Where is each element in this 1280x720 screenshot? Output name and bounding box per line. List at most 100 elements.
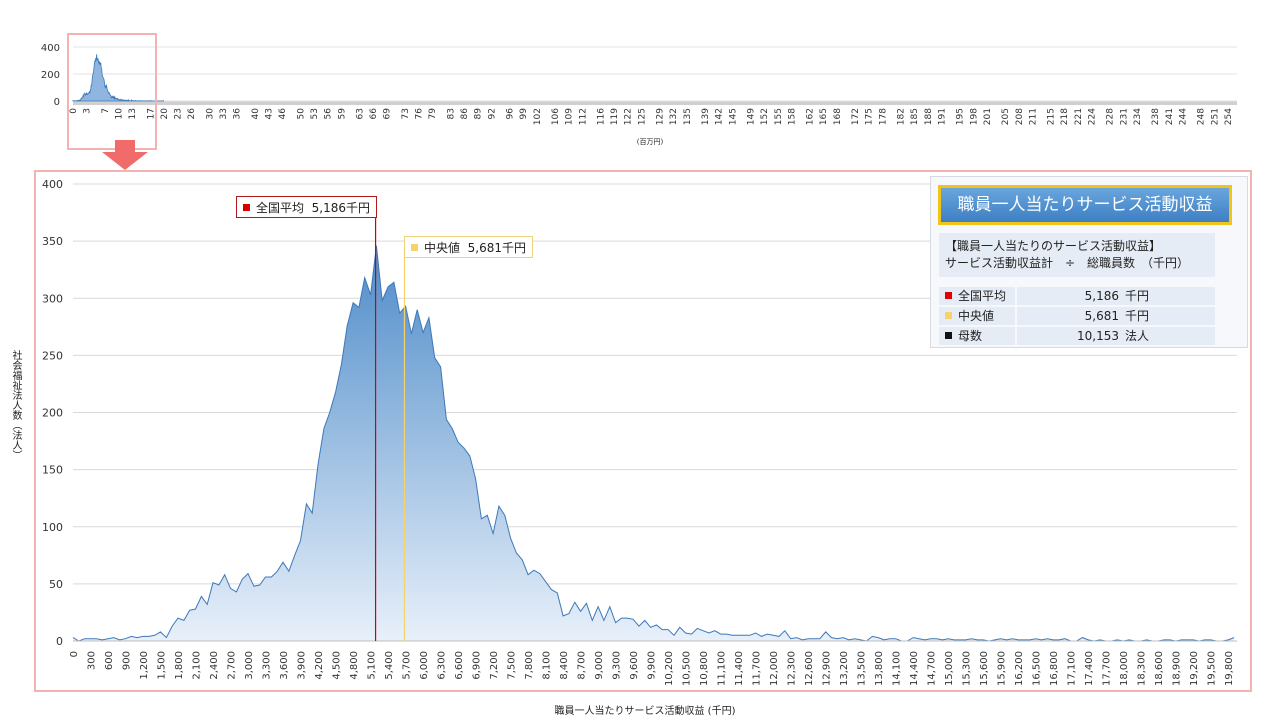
x-tick-label: 12,300: [787, 651, 798, 686]
x-tick-label: 6,600: [454, 651, 465, 680]
x-tick-label: 17,700: [1102, 651, 1113, 686]
x-tick-label: 3,000: [244, 651, 255, 680]
x-tick-label: 16,500: [1032, 651, 1043, 686]
x-tick-label: 9,300: [612, 651, 623, 680]
y-tick-label: 150: [42, 464, 63, 477]
x-tick-label: 6,900: [472, 651, 483, 680]
x-tick-label: 11,700: [752, 651, 763, 686]
x-tick-label: 1,800: [174, 651, 185, 680]
info-row-value: 10,153: [1077, 329, 1119, 343]
x-tick-label: 15,900: [997, 651, 1008, 686]
info-row-value: 5,186: [1084, 289, 1119, 303]
x-tick-label: 13,500: [857, 651, 868, 686]
x-tick-label: 300: [87, 651, 98, 670]
info-panel-title: 職員一人当たりサービス活動収益: [938, 185, 1232, 225]
count-square-icon: [945, 332, 952, 339]
info-row-unit: 法人: [1125, 329, 1150, 343]
x-tick-label: 10,200: [664, 651, 675, 686]
x-tick-label: 16,800: [1049, 651, 1060, 686]
median-callout: 中央値 5,681千円: [404, 236, 534, 258]
y-tick-label: 400: [42, 178, 63, 191]
x-tick-label: 19,200: [1189, 651, 1200, 686]
x-tick-label: 9,000: [594, 651, 605, 680]
x-tick-label: 0: [69, 651, 80, 657]
y-tick-label: 350: [42, 235, 63, 248]
x-tick-label: 12,000: [769, 651, 780, 686]
x-tick-label: 12,600: [804, 651, 815, 686]
x-tick-label: 11,400: [734, 651, 745, 686]
x-tick-label: 1,500: [157, 651, 168, 680]
x-tick-label: 14,700: [927, 651, 938, 686]
x-tick-label: 14,400: [909, 651, 920, 686]
mean-marker-swatch: [243, 204, 250, 211]
info-row-label: 母数: [958, 329, 983, 343]
x-tick-label: 15,600: [979, 651, 990, 686]
x-tick-label: 15,000: [944, 651, 955, 686]
x-tick-label: 18,300: [1137, 651, 1148, 686]
x-tick-label: 12,900: [822, 651, 833, 686]
x-tick-label: 16,200: [1014, 651, 1025, 686]
x-tick-label: 11,100: [717, 651, 728, 686]
x-tick-label: 7,500: [507, 651, 518, 680]
x-tick-label: 7,800: [524, 651, 535, 680]
median-callout-label: 中央値: [424, 241, 461, 255]
info-row-median: 中央値 5,681 千円: [939, 307, 1215, 325]
info-row-label: 全国平均: [958, 289, 1007, 303]
x-tick-label: 4,800: [349, 651, 360, 680]
formula-line-2: サービス活動収益計 ÷ 総職員数 （千円）: [945, 256, 1190, 270]
x-tick-label: 17,100: [1067, 651, 1078, 686]
median-marker-swatch: [411, 244, 418, 251]
x-tick-label: 19,800: [1224, 651, 1235, 686]
x-tick-label: 8,100: [542, 651, 553, 680]
y-axis-label: 社会福祉法人数（法人）: [10, 350, 21, 460]
x-tick-label: 15,300: [962, 651, 973, 686]
x-tick-label: 19,500: [1207, 651, 1218, 686]
x-tick-label: 2,400: [209, 651, 220, 680]
x-tick-label: 4,200: [314, 651, 325, 680]
x-tick-label: 5,400: [384, 651, 395, 680]
median-square-icon: [945, 312, 952, 319]
mean-square-icon: [945, 292, 952, 299]
main-area-chart: 0 50 100 150 200 250 300 350 400 0 300 600 900 1,200 1…: [42, 178, 1237, 686]
x-tick-label: 9,600: [629, 651, 640, 680]
formula-box: 【職員一人当たりのサービス活動収益】 サービス活動収益計 ÷ 総職員数 （千円）: [939, 233, 1215, 277]
x-tick-label: 10,500: [682, 651, 693, 686]
x-tick-label: 18,900: [1172, 651, 1183, 686]
x-tick-label: 3,900: [297, 651, 308, 680]
info-row-unit: 千円: [1125, 289, 1150, 303]
y-tick-label: 300: [42, 292, 63, 305]
y-tick-label: 50: [49, 578, 63, 591]
info-panel: 職員一人当たりサービス活動収益 【職員一人当たりのサービス活動収益】 サービス活…: [930, 176, 1248, 348]
x-tick-label: 17,400: [1084, 651, 1095, 686]
mean-callout-value: 5,186千円: [311, 201, 371, 215]
x-tick-label: 3,600: [279, 651, 290, 680]
x-tick-label: 2,100: [192, 651, 203, 680]
x-tick-label: 10,800: [699, 651, 710, 686]
x-axis-label: 職員一人当たりサービス活動収益 (千円): [554, 706, 736, 717]
info-row-count: 母数 10,153 法人: [939, 327, 1215, 345]
x-tick-label: 4,500: [332, 651, 343, 680]
x-tick-label: 8,700: [577, 651, 588, 680]
formula-line-1: 【職員一人当たりのサービス活動収益】: [945, 239, 1162, 253]
y-tick-label: 0: [56, 635, 63, 648]
info-row-value: 5,681: [1084, 309, 1119, 323]
x-tick-label: 6,300: [437, 651, 448, 680]
x-tick-label: 1,200: [139, 651, 150, 680]
x-tick-label: 5,700: [402, 651, 413, 680]
x-tick-label: 18,600: [1154, 651, 1165, 686]
mean-callout: 全国平均 5,186千円: [236, 196, 378, 218]
x-tick-label: 600: [104, 651, 115, 670]
y-tick-label: 250: [42, 349, 63, 362]
x-tick-label: 13,800: [874, 651, 885, 686]
info-row-mean: 全国平均 5,186 千円: [939, 287, 1215, 305]
info-row-label: 中央値: [958, 309, 995, 323]
x-tick-label: 3,300: [262, 651, 273, 680]
x-tick-label: 18,000: [1119, 651, 1130, 686]
mean-callout-label: 全国平均: [256, 201, 305, 215]
median-callout-value: 5,681千円: [467, 241, 527, 255]
x-tick-label: 9,900: [647, 651, 658, 680]
x-tick-label: 14,100: [892, 651, 903, 686]
x-tick-label: 8,400: [559, 651, 570, 680]
x-tick-label: 5,100: [367, 651, 378, 680]
x-tick-label: 2,700: [227, 651, 238, 680]
